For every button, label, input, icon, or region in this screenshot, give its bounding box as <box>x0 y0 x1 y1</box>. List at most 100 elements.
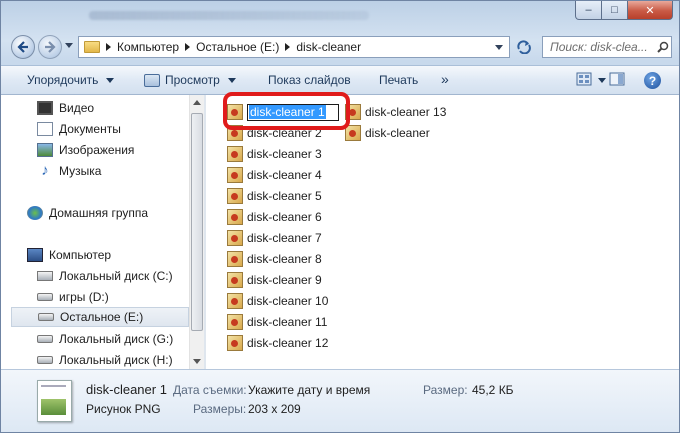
sidebar-item-drive-h[interactable]: Локальный диск (H:) <box>37 350 189 369</box>
homegroup-icon <box>27 206 43 220</box>
drive-icon <box>37 335 53 343</box>
list-item[interactable]: disk-cleaner <box>345 123 430 143</box>
list-item[interactable]: disk-cleaner 12 <box>227 333 328 353</box>
preview-pane-button[interactable] <box>609 72 625 86</box>
search-input[interactable] <box>548 39 657 55</box>
list-item[interactable]: disk-cleaner 13 <box>345 102 446 122</box>
file-name: disk-cleaner 7 <box>247 231 322 245</box>
list-item[interactable]: disk-cleaner 10 <box>227 291 328 311</box>
back-button[interactable] <box>11 35 35 59</box>
list-item[interactable]: disk-cleaner 9 <box>227 270 322 290</box>
refresh-button[interactable] <box>513 36 535 58</box>
list-item[interactable]: disk-cleaner 11 <box>227 312 327 332</box>
sidebar-item-documents[interactable]: Документы <box>37 119 189 139</box>
png-file-icon <box>345 125 361 141</box>
close-button[interactable]: ✕ <box>628 1 673 20</box>
png-file-icon <box>227 188 243 204</box>
sidebar-item-label: Музыка <box>59 164 102 178</box>
explorer-window: – □ ✕ Компьютер Остальное (E:) disk-clea… <box>0 0 680 433</box>
view-options-icon <box>576 72 592 86</box>
breadcrumb-computer[interactable]: Компьютер <box>106 40 179 54</box>
list-item[interactable]: disk-cleaner 5 <box>227 186 322 206</box>
view-options-button[interactable] <box>576 72 606 88</box>
drive-icon <box>38 313 54 321</box>
breadcrumb-label: disk-cleaner <box>296 40 362 54</box>
scroll-up-arrow[interactable] <box>193 100 201 105</box>
list-item[interactable]: disk-cleaner 2 <box>227 123 322 143</box>
png-file-icon <box>227 209 243 225</box>
print-label: Печать <box>379 73 419 87</box>
organize-label: Упорядочить <box>27 73 99 87</box>
chevron-down-icon <box>106 77 115 83</box>
file-name: disk-cleaner 8 <box>247 252 322 266</box>
list-item[interactable]: disk-cleaner 8 <box>227 249 322 269</box>
details-pane: disk-cleaner 1 Рисунок PNG Дата съемки: … <box>1 369 679 432</box>
video-library-icon <box>37 101 53 115</box>
list-item[interactable]: disk-cleaner 3 <box>227 144 322 164</box>
sidebar-item-label: Локальный диск (C:) <box>59 269 173 283</box>
sidebar-item-drive-e[interactable]: Остальное (E:) <box>11 307 189 327</box>
blurred-title <box>89 11 369 20</box>
sidebar-item-music[interactable]: ♪ Музыка <box>37 161 189 181</box>
sidebar-item-drive-c[interactable]: Локальный диск (C:) <box>37 266 189 286</box>
sidebar-item-video[interactable]: Видео <box>37 98 189 118</box>
search-box[interactable] <box>542 36 672 58</box>
forward-button[interactable] <box>38 35 62 59</box>
breadcrumb-disk-cleaner[interactable]: disk-cleaner <box>285 40 361 54</box>
details-date-value[interactable]: Укажите дату и время <box>248 383 370 397</box>
address-dropdown[interactable] <box>495 45 503 50</box>
details-size-label: Размер: <box>423 383 468 397</box>
organize-menu[interactable]: Упорядочить <box>27 73 115 87</box>
slideshow-button[interactable]: Показ слайдов <box>268 73 351 87</box>
sidebar-item-label: игры (D:) <box>59 290 109 304</box>
scroll-down-arrow[interactable] <box>193 359 201 364</box>
print-button[interactable]: Печать <box>379 73 418 87</box>
sidebar-item-label: Домашняя группа <box>49 206 149 220</box>
chevron-right-icon <box>106 43 111 51</box>
details-size-value: 45,2 КБ <box>472 383 514 397</box>
sidebar-item-computer[interactable]: Компьютер <box>27 245 189 265</box>
list-item[interactable]: disk-cleaner 6 <box>227 207 322 227</box>
file-name: disk-cleaner <box>365 126 430 140</box>
png-file-icon <box>227 251 243 267</box>
command-bar: Упорядочить Просмотр Показ слайдов Печат… <box>1 65 679 95</box>
address-bar[interactable]: Компьютер Остальное (E:) disk-cleaner <box>78 36 510 58</box>
breadcrumb-drive-e[interactable]: Остальное (E:) <box>185 40 279 54</box>
rename-field[interactable]: disk-cleaner 1 <box>247 103 339 121</box>
more-commands-button[interactable]: » <box>441 71 449 87</box>
png-file-icon <box>227 125 243 141</box>
file-name: disk-cleaner 6 <box>247 210 322 224</box>
documents-library-icon <box>37 122 53 136</box>
refresh-icon <box>517 40 531 54</box>
breadcrumb-label: Компьютер <box>117 40 180 54</box>
list-item[interactable]: disk-cleaner 7 <box>227 228 322 248</box>
maximize-button[interactable]: □ <box>602 1 628 20</box>
file-list: disk-cleaner 1 disk-cleaner 2 disk-clean… <box>206 95 679 369</box>
png-file-icon <box>227 293 243 309</box>
preview-icon <box>144 73 160 87</box>
file-name: disk-cleaner 12 <box>247 336 329 350</box>
sidebar-item-homegroup[interactable]: Домашняя группа <box>27 203 189 223</box>
drive-icon <box>37 356 53 364</box>
recent-pages-dropdown[interactable] <box>65 43 73 48</box>
preview-menu[interactable]: Просмотр <box>144 73 236 87</box>
sidebar-item-pictures[interactable]: Изображения <box>37 140 189 160</box>
help-button[interactable]: ? <box>644 72 661 89</box>
list-item[interactable]: disk-cleaner 4 <box>227 165 322 185</box>
sidebar-item-drive-g[interactable]: Локальный диск (G:) <box>37 329 189 349</box>
details-file-name: disk-cleaner 1 <box>86 382 167 397</box>
sidebar-scrollbar[interactable] <box>189 95 204 369</box>
sidebar-item-label: Локальный диск (G:) <box>59 332 174 346</box>
png-file-icon <box>227 104 243 120</box>
png-file-icon <box>227 230 243 246</box>
chevron-right-icon <box>285 43 291 51</box>
sidebar-item-drive-d[interactable]: игры (D:) <box>37 287 189 307</box>
scrollbar-thumb[interactable] <box>191 113 203 331</box>
minimize-button[interactable]: – <box>575 1 602 20</box>
computer-icon <box>27 248 43 262</box>
file-item-renaming[interactable]: disk-cleaner 1 <box>227 102 339 122</box>
slideshow-label: Показ слайдов <box>268 73 351 87</box>
details-file-type: Рисунок PNG <box>86 402 161 416</box>
details-dims-value: 203 x 209 <box>248 402 301 416</box>
breadcrumb-label: Остальное (E:) <box>196 40 280 54</box>
